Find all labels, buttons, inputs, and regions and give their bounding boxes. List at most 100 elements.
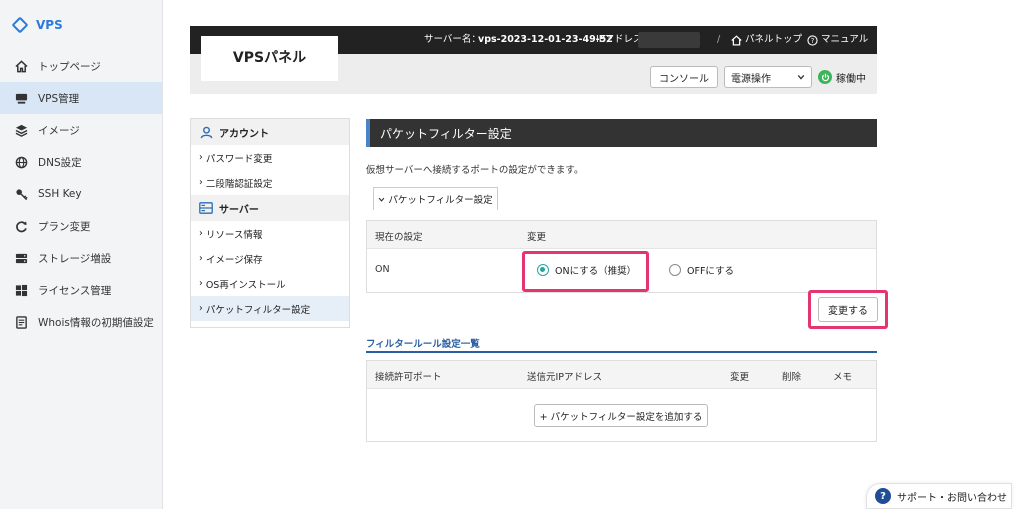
brand[interactable]: VPS xyxy=(0,0,162,50)
sidebar-link-label: OS再インストール xyxy=(205,279,286,291)
save-button[interactable]: 変更する xyxy=(818,297,878,322)
panel-logo[interactable]: VPSパネル xyxy=(201,36,338,81)
add-packet-filter-button[interactable]: + パケットフィルター設定を追加する xyxy=(534,404,708,427)
left-nav: VPS トップページ VPS管理 イメージ DNS設定 SSH Key プラン変… xyxy=(0,0,163,509)
nav-item-ssh-key[interactable]: SSH Key xyxy=(0,178,162,210)
server-heading: サーバー xyxy=(191,195,349,221)
chevron-down-icon xyxy=(378,197,385,202)
console-button[interactable]: コンソール xyxy=(650,66,718,88)
nav-item-storage[interactable]: ストレージ増設 xyxy=(0,242,162,274)
brand-label: VPS xyxy=(36,18,63,32)
nav-item-plan-change[interactable]: プラン変更 xyxy=(0,210,162,242)
tab-label: パケットフィルター設定 xyxy=(388,195,493,206)
sidebar-link-os-reinstall[interactable]: › OS再インストール xyxy=(191,271,349,296)
col-change: 変更 xyxy=(527,232,547,243)
col-allowed-port: 接続許可ポート xyxy=(375,372,442,383)
nav-item-whois[interactable]: Whois情報の初期値設定 xyxy=(0,306,162,338)
nav-item-label: トップページ xyxy=(38,60,101,73)
chevron-right-icon: › xyxy=(199,177,203,188)
settings-sidebar: アカウント › パスワード変更 › 二段階認証設定 サーバー › リソース情報 … xyxy=(190,118,350,328)
server-icon xyxy=(199,201,213,215)
storage-icon xyxy=(14,251,28,265)
nav-item-vps-management[interactable]: VPS管理 xyxy=(0,82,162,114)
user-icon xyxy=(199,125,213,139)
manual-label: マニュアル xyxy=(821,34,869,45)
server-icon xyxy=(14,91,28,105)
sidebar-link-label: パケットフィルター設定 xyxy=(205,304,311,316)
sidebar-link-image-save[interactable]: › イメージ保存 xyxy=(191,246,349,271)
account-heading: アカウント xyxy=(191,119,349,145)
nav-item-top-page[interactable]: トップページ xyxy=(0,50,162,82)
col-delete: 削除 xyxy=(782,372,802,383)
tab-packet-filter[interactable]: パケットフィルター設定 xyxy=(373,187,498,210)
server-name-label: サーバー名： xyxy=(424,34,481,45)
filter-rules-title: フィルタールール設定一覧 xyxy=(366,336,877,353)
power-icon xyxy=(818,70,832,84)
help-circle-icon: ? xyxy=(807,34,818,46)
server-heading-label: サーバー xyxy=(219,204,259,216)
chevron-right-icon: › xyxy=(199,278,203,289)
globe-icon xyxy=(14,155,28,169)
highlight-on-option xyxy=(522,251,649,292)
radio-off[interactable] xyxy=(669,264,681,276)
col-memo: メモ xyxy=(833,372,853,383)
power-select-value: 電源操作 xyxy=(731,73,771,85)
nav-item-image[interactable]: イメージ xyxy=(0,114,162,146)
radio-off-label: OFFにする xyxy=(687,266,735,277)
home-icon xyxy=(14,59,28,73)
home-icon xyxy=(731,34,742,45)
support-label: サポート・お問い合わせ xyxy=(897,492,1007,504)
layers-icon xyxy=(14,123,28,137)
sidebar-link-label: イメージ保存 xyxy=(205,254,263,266)
nav-item-label: Whois情報の初期値設定 xyxy=(38,316,154,329)
col-current-setting: 現在の設定 xyxy=(375,232,423,243)
sidebar-link-password[interactable]: › パスワード変更 xyxy=(191,145,349,170)
col-source-ip: 送信元IPアドレス xyxy=(527,372,603,383)
svg-text:?: ? xyxy=(811,37,815,45)
refresh-icon xyxy=(14,219,28,233)
help-icon: ? xyxy=(875,488,891,504)
nav-item-label: ライセンス管理 xyxy=(38,284,112,297)
chevron-down-icon xyxy=(797,74,805,80)
nav-item-label: DNS設定 xyxy=(38,156,82,169)
nav-item-label: イメージ xyxy=(38,124,80,137)
document-icon xyxy=(14,315,28,329)
server-name: vps-2023-12-01-23-49-52 xyxy=(478,34,613,45)
col-edit: 変更 xyxy=(730,372,750,383)
nav-item-dns[interactable]: DNS設定 xyxy=(0,146,162,178)
page-description: 仮想サーバーへ接続するポートの設定ができます。 xyxy=(366,165,584,176)
nav-item-label: VPS管理 xyxy=(38,92,80,105)
ip-address-redacted xyxy=(638,32,700,48)
account-heading-label: アカウント xyxy=(219,128,269,140)
sidebar-link-resources[interactable]: › リソース情報 xyxy=(191,221,349,246)
table-header: 現在の設定 変更 xyxy=(367,221,876,249)
chevron-right-icon: › xyxy=(199,228,203,239)
sidebar-link-packet-filter[interactable]: › パケットフィルター設定 xyxy=(191,296,349,321)
sidebar-link-label: パスワード変更 xyxy=(205,153,273,165)
status-label: 稼働中 xyxy=(836,73,866,85)
table-header: 接続許可ポート 送信元IPアドレス 変更 削除 メモ xyxy=(367,361,876,389)
radio-option-off[interactable]: OFFにする xyxy=(669,263,734,277)
filter-rules-table: 接続許可ポート 送信元IPアドレス 変更 削除 メモ xyxy=(366,360,877,442)
sidebar-link-label: 二段階認証設定 xyxy=(205,178,273,190)
page-title: パケットフィルター設定 xyxy=(366,119,877,147)
power-operation-select[interactable]: 電源操作 xyxy=(724,66,812,88)
support-contact-button[interactable]: ? サポート・お問い合わせ xyxy=(866,483,1012,509)
key-icon xyxy=(14,187,28,201)
chevron-right-icon: › xyxy=(199,152,203,163)
server-status: 稼働中 xyxy=(818,66,866,88)
cube-icon xyxy=(11,16,29,34)
windows-icon xyxy=(14,283,28,297)
ip-label: IPアドレス xyxy=(596,34,643,45)
panel-top-link[interactable]: パネルトップ xyxy=(731,26,802,54)
header-separator: / xyxy=(717,34,721,45)
nav-item-license[interactable]: ライセンス管理 xyxy=(0,274,162,306)
sidebar-link-label: リソース情報 xyxy=(205,229,263,241)
panel-top-label: パネルトップ xyxy=(745,34,803,45)
sidebar-link-2fa[interactable]: › 二段階認証設定 xyxy=(191,170,349,195)
chevron-right-icon: › xyxy=(199,253,203,264)
chevron-right-icon: › xyxy=(199,303,203,314)
nav-item-label: プラン変更 xyxy=(38,220,91,233)
nav-item-label: ストレージ増設 xyxy=(38,252,112,265)
manual-link[interactable]: ? マニュアル xyxy=(807,26,868,54)
